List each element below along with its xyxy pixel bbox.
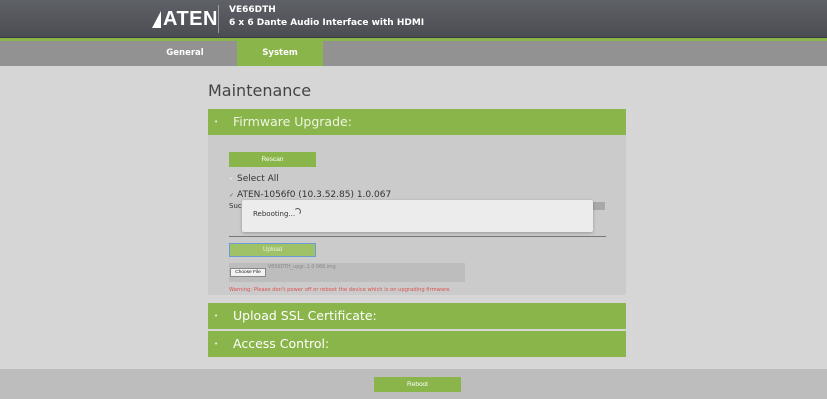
bullet-icon: • [214, 312, 219, 320]
bullet-icon: • [214, 118, 219, 126]
device-model: VE66DTH [229, 5, 276, 15]
access-control-title: Access Control: [233, 336, 330, 351]
selected-file-name: VE66DTH_upgr..1.0.068.img [268, 265, 336, 270]
tab-general[interactable]: General [160, 41, 210, 66]
rebooting-text: Rebooting... [253, 210, 296, 218]
top-header: ATEN VE66DTH 6 x 6 Dante Audio Interface… [0, 0, 827, 38]
nav-tabs: General System [0, 41, 827, 66]
tab-system[interactable]: System [237, 41, 323, 66]
upload-ssl-certificate-header[interactable]: • Upload SSL Certificate: [208, 303, 626, 329]
aten-logo-mark-icon [152, 10, 161, 28]
brand-name: ATEN [163, 7, 218, 30]
firmware-upgrade-header[interactable]: • Firmware Upgrade: [208, 109, 626, 135]
firmware-divider [229, 236, 606, 237]
upgrade-status-text: Suc [229, 202, 242, 210]
device-checkbox[interactable]: ✓ [229, 192, 234, 199]
bullet-icon: • [214, 340, 219, 348]
device-label: ATEN-1056f0 (10.3.52.85) 1.0.067 [237, 190, 392, 200]
reboot-button[interactable]: Reboot [374, 377, 461, 392]
header-divider [218, 5, 219, 33]
upload-ssl-certificate-title: Upload SSL Certificate: [233, 308, 377, 323]
firmware-upgrade-title: Firmware Upgrade: [233, 114, 352, 129]
select-all-label: Select All [237, 174, 279, 184]
aten-logo: ATEN [152, 7, 218, 31]
select-all-checkbox[interactable]: • [229, 176, 233, 183]
page-title: Maintenance [208, 81, 312, 100]
upgrade-progress-bar [593, 202, 605, 210]
choose-file-button[interactable]: Choose File [230, 268, 266, 277]
access-control-header[interactable]: • Access Control: [208, 331, 626, 357]
upload-button[interactable]: Upload [229, 243, 316, 257]
upgrade-warning-text: Warning: Please don't power off or reboo… [229, 287, 451, 293]
loading-spinner-icon [294, 208, 301, 215]
rescan-button[interactable]: Rescan [229, 152, 316, 167]
device-subtitle: 6 x 6 Dante Audio Interface with HDMI [229, 18, 425, 28]
